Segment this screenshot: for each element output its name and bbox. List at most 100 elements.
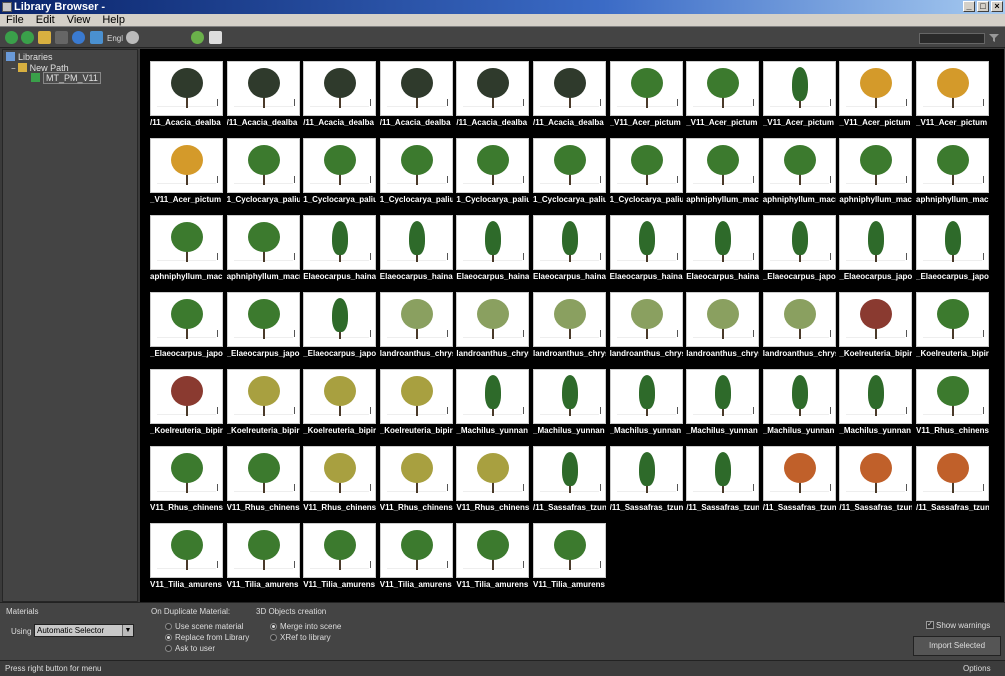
thumbnail-image[interactable] (533, 369, 606, 424)
thumbnail-item[interactable]: _V11_Acer_pictum (609, 61, 683, 133)
thumbnail-item[interactable]: _Koelreuteria_bipir (226, 369, 300, 441)
thumbnail-image[interactable] (839, 369, 913, 424)
using-select[interactable]: Automatic Selector ▼ (34, 624, 134, 637)
thumbnail-item[interactable]: 1_Cyclocarya_paliu (303, 138, 377, 210)
thumbnail-item[interactable]: _Machilus_yunnan (839, 369, 913, 441)
thumbnail-image[interactable] (226, 61, 300, 116)
thumbnail-item[interactable]: 1_Cyclocarya_paliu (226, 138, 300, 210)
forward-icon[interactable] (21, 31, 34, 44)
thumbnail-item[interactable]: Elaeocarpus_haina (379, 215, 453, 287)
thumbnail-item[interactable]: landroanthus_chrys (379, 292, 453, 364)
thumbnail-item[interactable]: _Koelreuteria_bipir (303, 369, 377, 441)
thumbnail-item[interactable]: Elaeocarpus_haina (533, 215, 606, 287)
minimize-button[interactable]: _ (963, 1, 975, 12)
thumbnail-image[interactable] (839, 215, 913, 270)
thumbnail-image[interactable] (226, 215, 300, 270)
thumbnail-item[interactable]: /11_Acacia_dealba (379, 61, 453, 133)
thumbnail-item[interactable]: _Koelreuteria_bipir (379, 369, 453, 441)
thumbnail-image[interactable] (839, 292, 913, 347)
thumbnail-item[interactable]: aphniphyllum_macr (150, 215, 223, 287)
menu-help[interactable]: Help (96, 14, 131, 26)
radio-use-scene[interactable] (165, 623, 172, 630)
thumbnail-item[interactable]: Elaeocarpus_haina (303, 215, 377, 287)
refresh-icon[interactable] (72, 31, 85, 44)
thumbnail-item[interactable]: /11_Acacia_dealba (150, 61, 223, 133)
thumbnail-image[interactable] (303, 292, 377, 347)
thumbnail-item[interactable]: /11_Acacia_dealba (226, 61, 300, 133)
thumbnail-image[interactable] (150, 138, 223, 193)
thumbnail-item[interactable]: _Koelreuteria_bipir (150, 369, 223, 441)
thumbnail-image[interactable] (456, 446, 530, 501)
search-input[interactable] (919, 33, 985, 44)
thumbnail-item[interactable]: V11_Tilia_amurens (303, 523, 377, 595)
menu-edit[interactable]: Edit (30, 14, 61, 26)
thumbnail-item[interactable]: V11_Tilia_amurens (379, 523, 453, 595)
checklist-icon[interactable] (209, 31, 222, 44)
thumbnail-item[interactable]: V11_Tilia_amurens (456, 523, 530, 595)
thumbnail-image[interactable] (839, 61, 913, 116)
thumbnail-image[interactable] (226, 138, 300, 193)
thumbnail-image[interactable] (609, 138, 683, 193)
tree-item[interactable]: MT_PM_V11 (31, 72, 101, 84)
thumbnail-image[interactable] (839, 446, 913, 501)
thumbnail-item[interactable]: _Elaeocarpus_japo (303, 292, 377, 364)
thumbnail-image[interactable] (379, 523, 453, 578)
thumbnail-image[interactable] (150, 446, 223, 501)
thumbnail-image[interactable] (379, 61, 453, 116)
thumbnail-image[interactable] (762, 446, 836, 501)
thumbnail-item[interactable]: /11_Acacia_dealba (303, 61, 377, 133)
thumbnail-image[interactable] (303, 61, 377, 116)
thumbnail-item[interactable]: landroanthus_chrys (762, 292, 836, 364)
thumbnail-image[interactable] (150, 523, 223, 578)
thumbnail-image[interactable] (686, 369, 760, 424)
thumbnail-item[interactable]: _Elaeocarpus_japo (839, 215, 913, 287)
thumbnail-image[interactable] (379, 292, 453, 347)
thumbnail-image[interactable] (150, 369, 223, 424)
options-link[interactable]: Options (963, 664, 991, 673)
thumbnail-item[interactable]: /11_Sassafras_tzun (916, 446, 989, 518)
thumbnail-item[interactable]: aphniphyllum_macr (686, 138, 760, 210)
thumbnail-image[interactable] (609, 369, 683, 424)
thumbnail-item[interactable]: _Machilus_yunnan (762, 369, 836, 441)
thumbnail-item[interactable]: aphniphyllum_macr (762, 138, 836, 210)
thumbnail-item[interactable]: 1_Cyclocarya_paliu (609, 138, 683, 210)
thumbnail-image[interactable] (303, 215, 377, 270)
thumbnail-item[interactable]: Elaeocarpus_haina (686, 215, 760, 287)
thumbnail-image[interactable] (533, 292, 606, 347)
radio-xref-library[interactable] (270, 634, 277, 641)
thumbnail-image[interactable] (533, 61, 606, 116)
thumbnail-image[interactable] (916, 446, 989, 501)
thumbnail-image[interactable] (150, 61, 223, 116)
thumbnail-image[interactable] (456, 138, 530, 193)
thumbnail-item[interactable]: _V11_Acer_pictum (686, 61, 760, 133)
thumbnail-image[interactable] (916, 292, 989, 347)
thumbnail-item[interactable]: /11_Acacia_dealba (533, 61, 606, 133)
thumbnail-image[interactable] (456, 292, 530, 347)
thumbnail-image[interactable] (762, 369, 836, 424)
thumbnail-item[interactable]: /11_Acacia_dealba (456, 61, 530, 133)
thumbnail-item[interactable]: V11_Tilia_amurens (150, 523, 223, 595)
thumbnail-image[interactable] (762, 61, 836, 116)
thumbnail-image[interactable] (609, 61, 683, 116)
thumbnail-image[interactable] (762, 292, 836, 347)
thumbnail-item[interactable]: _V11_Acer_pictum (839, 61, 913, 133)
thumbnail-image[interactable] (456, 369, 530, 424)
chevron-down-icon[interactable]: ▼ (122, 625, 133, 636)
thumbnail-item[interactable]: _Elaeocarpus_japo (150, 292, 223, 364)
thumbnail-item[interactable]: /11_Sassafras_tzun (533, 446, 606, 518)
thumbnail-item[interactable]: V11_Rhus_chinens (379, 446, 453, 518)
radio-ask-user[interactable] (165, 645, 172, 652)
thumbnail-item[interactable]: aphniphyllum_macr (916, 138, 989, 210)
thumbnail-image[interactable] (533, 446, 606, 501)
thumbnail-image[interactable] (303, 446, 377, 501)
thumbnail-image[interactable] (609, 292, 683, 347)
thumbnail-item[interactable]: aphniphyllum_macr (839, 138, 913, 210)
thumbnail-image[interactable] (456, 215, 530, 270)
import-selected-button[interactable]: Import Selected (913, 636, 1001, 656)
thumbnail-item[interactable]: _Machilus_yunnan (456, 369, 530, 441)
thumbnail-image[interactable] (226, 292, 300, 347)
thumbnail-item[interactable]: /11_Sassafras_tzun (686, 446, 760, 518)
open-folder-icon[interactable] (38, 31, 51, 44)
thumbnail-image[interactable] (686, 292, 760, 347)
zoom-out-icon[interactable] (126, 31, 139, 44)
